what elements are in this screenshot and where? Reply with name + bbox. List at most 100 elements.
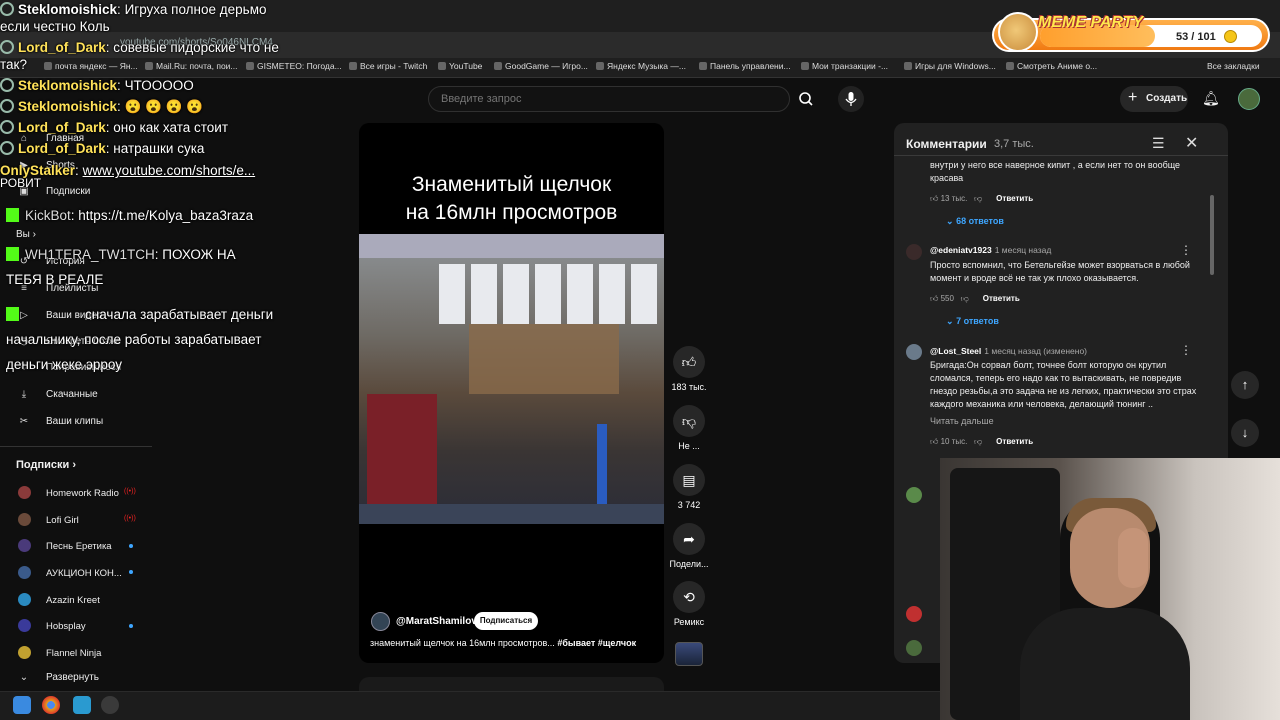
window-shape — [439, 264, 465, 324]
chat-message-cont: начальнику, после работы зарабатывает — [6, 332, 261, 348]
thumbs-up-icon[interactable]: 👍︎ — [930, 437, 938, 446]
comments-button[interactable]: ▤ — [673, 464, 705, 496]
sound-thumbnail[interactable] — [675, 642, 703, 666]
search-box[interactable] — [428, 86, 790, 112]
channel-name[interactable]: @MaratShamilov — [396, 616, 477, 627]
comment-avatar[interactable] — [906, 487, 922, 503]
read-more-link[interactable]: Читать дальше — [930, 416, 994, 426]
close-icon[interactable]: ✕ — [1185, 133, 1198, 153]
bookmark-item[interactable]: Мои транзакции -... — [801, 61, 888, 71]
shorts-player[interactable]: Знаменитый щелчок на 16млн просмотров — [359, 123, 664, 663]
video-frame[interactable] — [359, 234, 664, 524]
bookmark-item[interactable]: Смотреть Аниме о... — [1006, 61, 1097, 71]
subscription-name: Hobsplay — [46, 621, 86, 632]
telegram-icon[interactable] — [73, 696, 91, 714]
chevron-down-icon: ⌄ — [946, 216, 954, 226]
bookmark-item[interactable]: Игры для Windows... — [904, 61, 996, 71]
bookmark-item[interactable]: Яндекс Музыка —... — [596, 61, 686, 71]
bookmark-item[interactable]: GoodGame — Игро... — [494, 61, 588, 71]
all-bookmarks[interactable]: Все закладки — [1207, 61, 1260, 71]
channel-avatar — [18, 539, 31, 552]
channel-avatar[interactable] — [371, 612, 390, 631]
caption-tags[interactable]: #бывает #щелчок — [557, 638, 636, 648]
subscription-item[interactable]: Azazin Kreet — [18, 593, 100, 606]
more-vertical-icon[interactable]: ⋮ — [1180, 243, 1192, 257]
short-caption[interactable]: знаменитый щелчок на 16млн просмотров...… — [370, 638, 636, 648]
bookmark-item[interactable]: YouTube — [438, 61, 482, 71]
bookmark-item[interactable]: Панель управлени... — [699, 61, 791, 71]
new-content-dot — [129, 570, 133, 574]
like-button[interactable]: 👍︎ — [673, 346, 705, 378]
share-label: Подели... — [669, 559, 709, 569]
reply-button[interactable]: Ответить — [996, 194, 1033, 203]
voice-search-button[interactable] — [838, 86, 864, 112]
thumbs-down-icon[interactable]: 👎︎ — [974, 194, 982, 203]
subscription-item[interactable]: АУКЦИОН КОН... — [18, 566, 122, 579]
chat-text: если честно Коль — [0, 19, 110, 34]
create-button[interactable]: + Создать — [1120, 86, 1188, 112]
dislike-button[interactable]: 👎︎ — [673, 405, 705, 437]
sidebar-expand-button[interactable]: ⌄ Развернуть — [16, 672, 99, 683]
subscribe-button[interactable]: Подписаться — [474, 612, 538, 630]
remix-label: Ремикс — [673, 617, 705, 627]
thumbs-down-icon[interactable]: 👎︎ — [961, 294, 969, 303]
sidebar-item-downloads[interactable]: ⤓ Скачанные — [16, 389, 98, 400]
subscription-item[interactable]: Lofi Girl — [18, 513, 79, 526]
previous-short-button[interactable]: ↑ — [1231, 371, 1259, 399]
comment-avatar[interactable] — [906, 606, 922, 622]
sort-filter-icon[interactable]: ☰ — [1152, 135, 1165, 152]
webcam-overlay — [940, 458, 1280, 720]
short-title-line: на 16млн просмотров — [405, 201, 618, 224]
chrome-icon[interactable] — [42, 696, 60, 714]
chat-text: начальнику, после работы зарабатывает — [6, 332, 262, 347]
panel-divider — [894, 155, 1228, 156]
subscription-item[interactable]: Hobsplay — [18, 619, 86, 632]
comment-avatar[interactable] — [906, 344, 922, 360]
replies-toggle[interactable]: ⌄ 68 ответов — [946, 216, 1004, 227]
windows-start-icon[interactable] — [13, 696, 31, 714]
comment-avatar[interactable] — [906, 640, 922, 656]
arrow-up-icon: ↑ — [1241, 377, 1249, 392]
comment-author[interactable]: @Lost_Steel 1 месяц назад (изменено) — [930, 346, 1087, 356]
bookmark-item[interactable]: Все игры - Twitch — [349, 61, 427, 71]
next-short-button[interactable]: ↓ — [1231, 419, 1259, 447]
search-button[interactable] — [790, 86, 822, 112]
sidebar-item-label: Подписки — [46, 186, 91, 197]
avatar[interactable] — [1238, 88, 1260, 110]
reply-button[interactable]: Ответить — [996, 437, 1033, 446]
thumbs-up-icon[interactable]: 👍︎ — [930, 294, 938, 303]
chat-text: совевые пидорские что не — [113, 40, 279, 55]
chat-message-cont: ТЕБЯ В РЕАЛЕ — [6, 272, 103, 288]
subscription-item[interactable]: Песнь Еретика — [18, 539, 112, 552]
live-indicator-icon: ((•)) — [124, 515, 136, 522]
chat-link[interactable]: www.youtube.com/shorts/e... — [83, 163, 256, 178]
search-input[interactable] — [439, 92, 739, 106]
scrollbar[interactable] — [1210, 195, 1214, 275]
chevron-down-icon: ⌄ — [19, 672, 29, 683]
subscriptions-header[interactable]: Подписки › — [16, 459, 76, 471]
subscription-item[interactable]: Flannel Ninja — [18, 646, 101, 659]
bookmark-item[interactable]: Mail.Ru: почта, пои... — [145, 61, 238, 71]
bookmark-item[interactable]: GISMETEO: Погода... — [246, 61, 342, 71]
channel-avatar — [18, 486, 31, 499]
channel-avatar — [18, 566, 31, 579]
chat-username: Lord_of_Dark — [18, 120, 106, 135]
chat-badge-icon — [0, 141, 14, 155]
reply-button[interactable]: Ответить — [983, 294, 1020, 303]
sidebar-item-clips[interactable]: ✂ Ваши клипы — [16, 416, 103, 427]
remix-button[interactable]: ⟲ — [673, 581, 705, 613]
comment-author[interactable]: @edeniatv1923 1 месяц назад — [930, 245, 1051, 255]
notifications-bell-icon[interactable]: 🔔︎ — [1202, 90, 1220, 107]
obs-icon[interactable] — [101, 696, 119, 714]
window-shape — [471, 264, 497, 324]
more-vertical-icon[interactable]: ⋮ — [1180, 343, 1192, 357]
sidebar-item-you[interactable]: Вы › — [16, 229, 36, 240]
comment-avatar[interactable] — [906, 244, 922, 260]
thumbs-up-icon[interactable]: 👍︎ — [930, 194, 938, 203]
thumbs-down-icon[interactable]: 👎︎ — [974, 437, 982, 446]
share-button[interactable]: ➦ — [673, 523, 705, 555]
subscription-item[interactable]: Homework Radio — [18, 486, 119, 499]
bookmark-item[interactable]: почта яндекс — Ян... — [44, 61, 138, 71]
chat-text: оно как хата стоит — [113, 120, 229, 135]
replies-toggle[interactable]: ⌄ 7 ответов — [946, 316, 999, 327]
